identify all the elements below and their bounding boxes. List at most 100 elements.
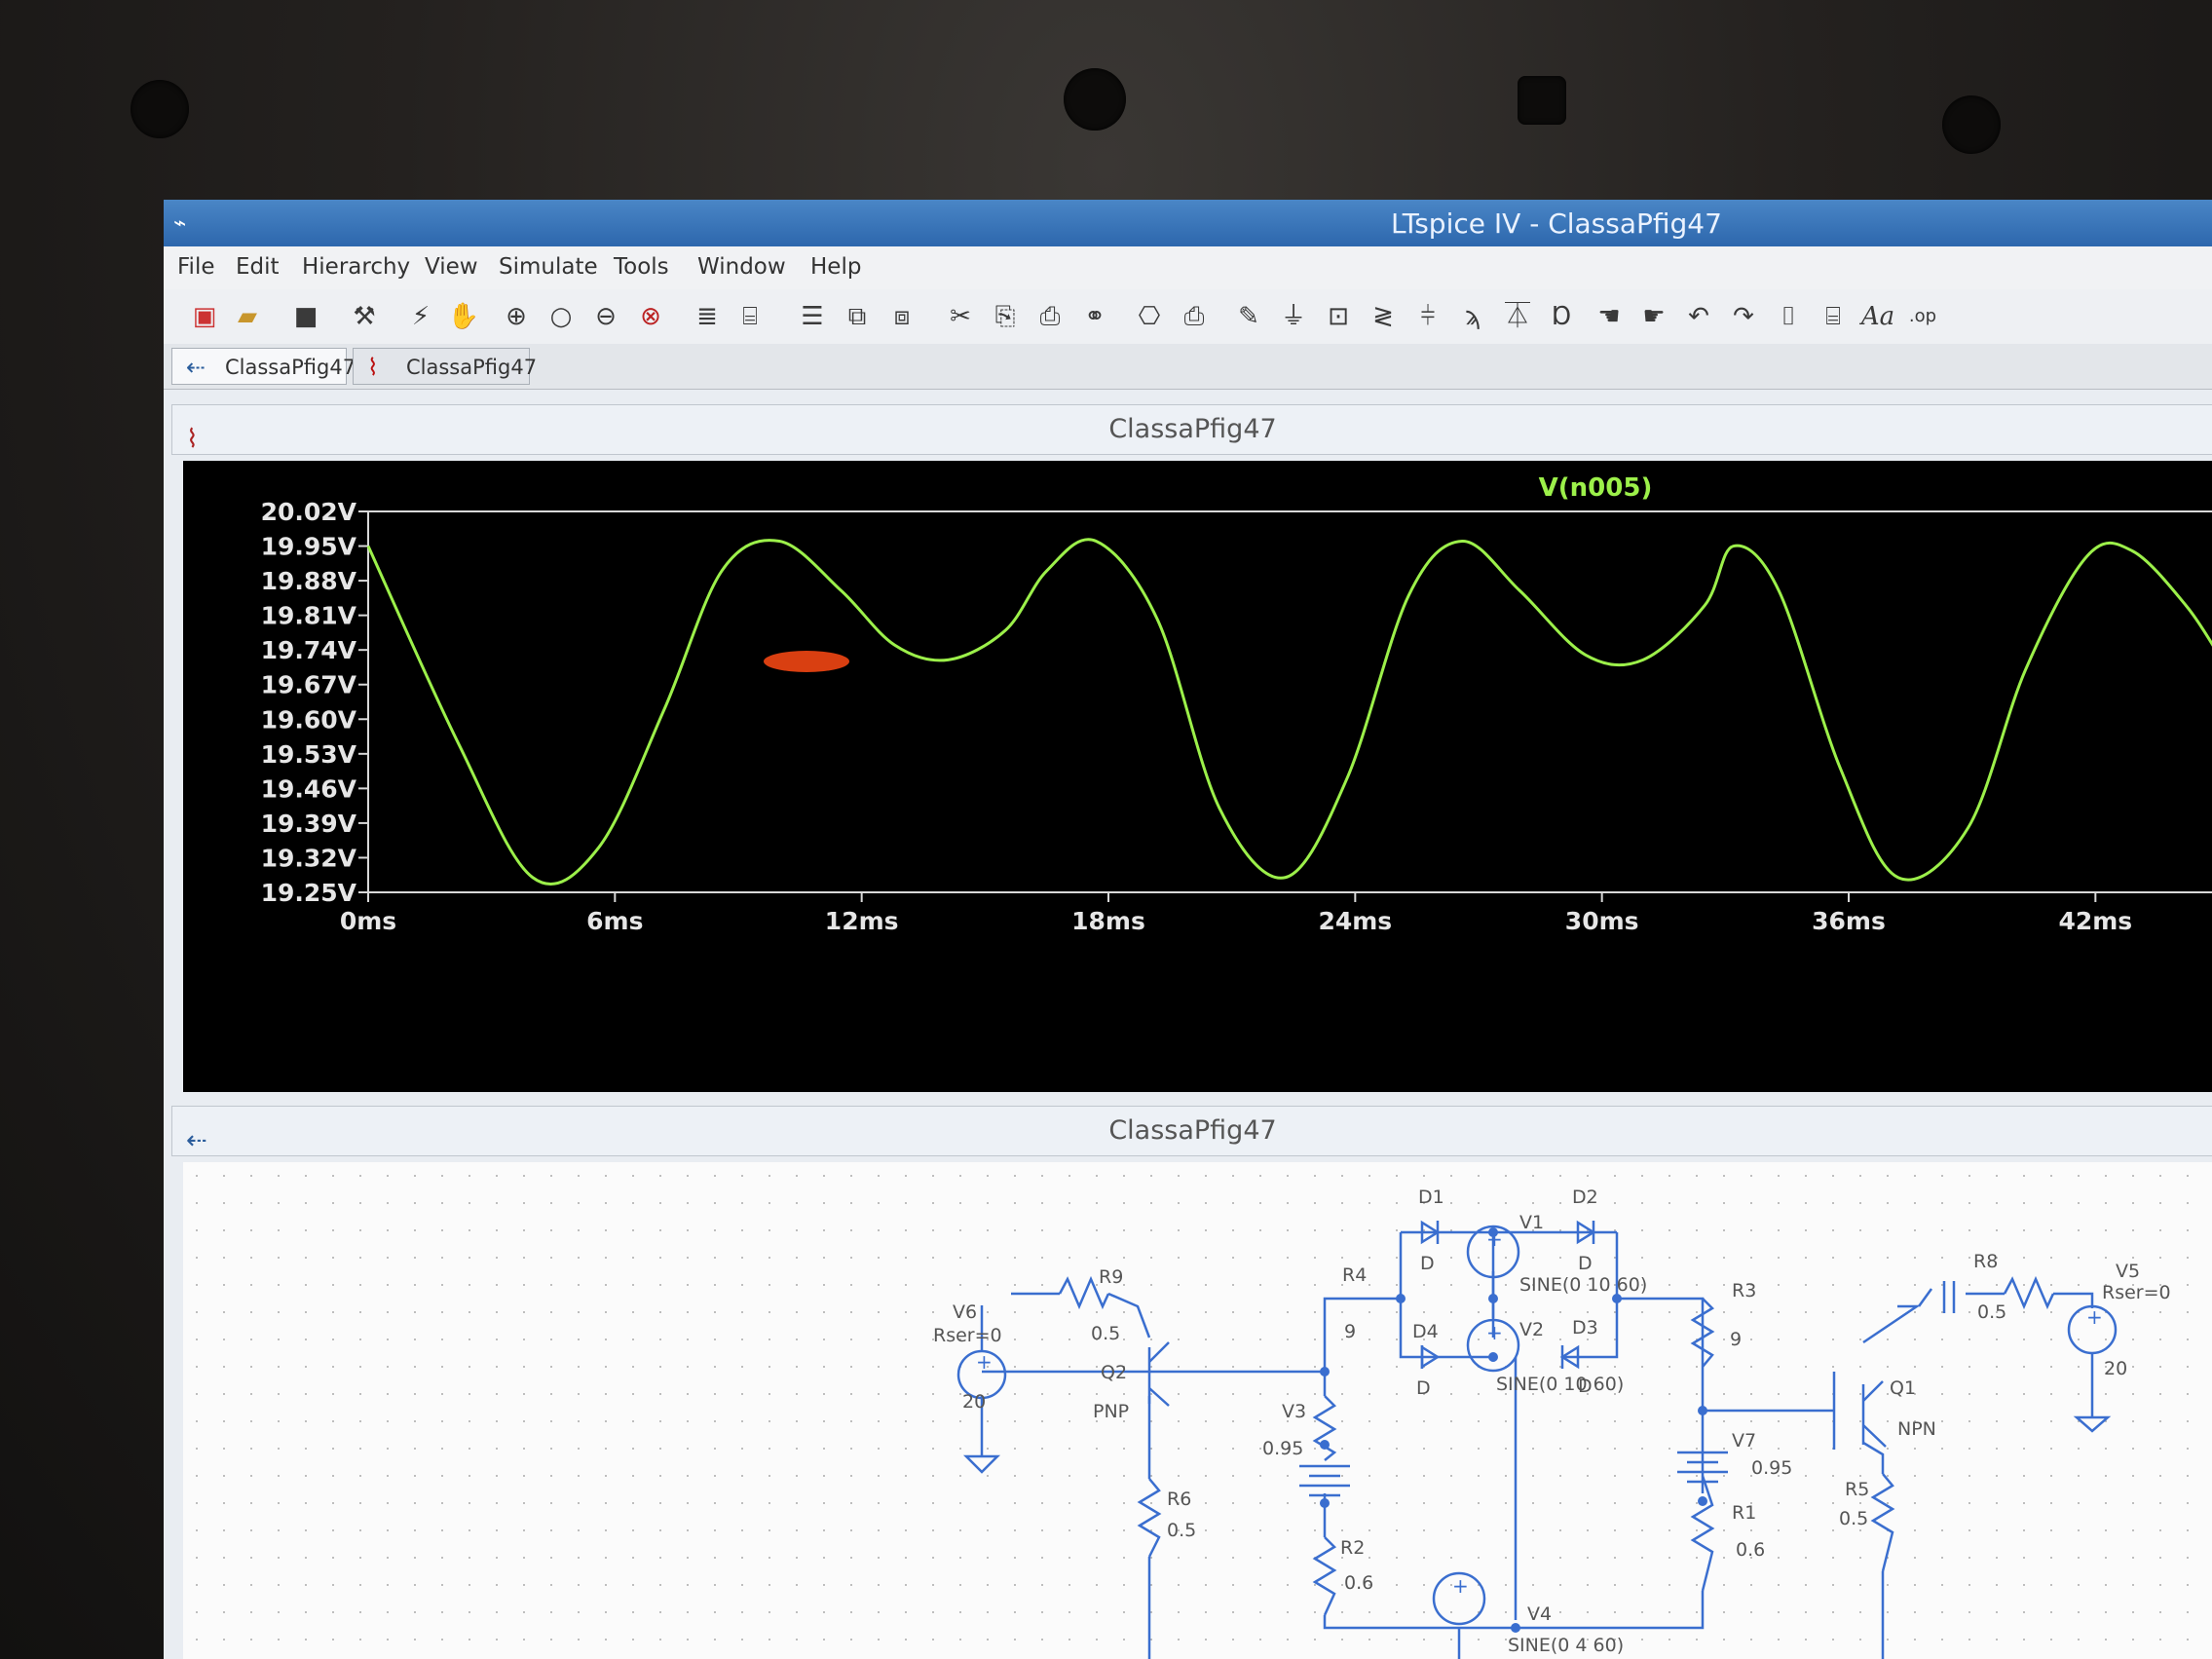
schematic-canvas[interactable]: + + + + + D1 D D2 D V1 SINE(0 10 60) V2 … bbox=[183, 1162, 2212, 1659]
label-r9: R9 bbox=[1099, 1266, 1123, 1288]
ground-icon[interactable]: ⏚ bbox=[1276, 299, 1311, 334]
zoom-fit-icon[interactable]: ⊗ bbox=[633, 299, 668, 334]
label-r3: R3 bbox=[1732, 1280, 1756, 1301]
cut-icon[interactable]: ✂ bbox=[943, 299, 978, 334]
label-q2-type: PNP bbox=[1093, 1401, 1129, 1422]
open-icon[interactable]: ▰ bbox=[230, 299, 265, 334]
waveform-chart[interactable]: 20.02V 19.95V 19.88V 19.81V 19.74V 19.67V 19.6… bbox=[183, 461, 2212, 1092]
y-tick-label: 19.88V bbox=[261, 567, 357, 595]
label-sine2: SINE(0 10 60) bbox=[1496, 1374, 1624, 1395]
fft-icon[interactable]: ⌸ bbox=[732, 299, 768, 334]
paste-icon[interactable]: ⎙ bbox=[1032, 299, 1068, 334]
label-v1: V1 bbox=[1519, 1212, 1544, 1233]
label-v3-value: 0.95 bbox=[1262, 1438, 1303, 1459]
menu-simulate[interactable]: Simulate bbox=[499, 254, 598, 280]
x-tick-label: 18ms bbox=[1071, 907, 1145, 935]
label-v6-rser: Rser=0 bbox=[933, 1325, 1002, 1346]
label-v6: V6 bbox=[953, 1301, 977, 1323]
redo-icon[interactable]: ↷ bbox=[1726, 299, 1761, 334]
label-r2-value: 0.6 bbox=[1344, 1572, 1373, 1594]
label-r6: R6 bbox=[1167, 1489, 1191, 1510]
label-d2: D2 bbox=[1572, 1187, 1598, 1208]
waveform-plot[interactable]: 20.02V 19.95V 19.88V 19.81V 19.74V 19.67V 19.6… bbox=[183, 461, 2212, 1092]
trace-label[interactable]: V(n005) bbox=[1539, 473, 1653, 503]
drag-icon[interactable]: ☛ bbox=[1636, 299, 1671, 334]
y-tick-label: 20.02V bbox=[261, 498, 357, 526]
print-icon[interactable]: ⎙ bbox=[1177, 299, 1212, 334]
label-d3: D3 bbox=[1572, 1317, 1598, 1339]
spice-directive-icon[interactable]: .op bbox=[1905, 299, 1940, 334]
label-v6-value: 20 bbox=[962, 1391, 986, 1413]
zoom-out-icon[interactable]: ⊖ bbox=[588, 299, 623, 334]
component-icon[interactable]: Ɒ bbox=[1545, 299, 1580, 334]
svg-text:+: + bbox=[1452, 1574, 1469, 1598]
copy-icon[interactable]: ⎘ bbox=[988, 299, 1023, 334]
tab-schematic-label: ClassaPfig47 bbox=[225, 356, 356, 379]
label-r3-value: 9 bbox=[1730, 1329, 1742, 1350]
pan-icon[interactable]: ○ bbox=[544, 299, 579, 334]
resistor-icon[interactable]: ≷ bbox=[1366, 299, 1401, 334]
capacitor-icon[interactable]: ⫩ bbox=[1410, 299, 1445, 334]
bezel-dot-mid bbox=[1518, 76, 1566, 125]
autorange-icon[interactable]: ≣ bbox=[690, 299, 725, 334]
tab-schematic[interactable]: ⇠ ClassaPfig47 bbox=[171, 348, 356, 385]
menu-tools[interactable]: Tools bbox=[614, 254, 669, 280]
cascade-icon[interactable]: ⧉ bbox=[840, 299, 875, 334]
schematic-pane-title: ⇠ ClassaPfig47 bbox=[171, 1106, 2212, 1156]
ltspice-app-icon: ⌁ bbox=[173, 211, 187, 236]
label-d4-model: D bbox=[1416, 1377, 1431, 1399]
mirror-icon[interactable]: ⌸ bbox=[1816, 299, 1851, 334]
y-tick-label: 19.74V bbox=[261, 636, 357, 664]
label-net-icon[interactable]: ⊡ bbox=[1321, 299, 1356, 334]
text-icon[interactable]: Aa bbox=[1860, 299, 1895, 334]
menu-file[interactable]: File bbox=[177, 254, 215, 280]
schematic-drawing[interactable]: + + + + + D1 D D2 D V1 SINE(0 10 60) V2 … bbox=[183, 1162, 2212, 1659]
label-v4: V4 bbox=[1527, 1603, 1552, 1625]
rotate-icon[interactable]: ⌷ bbox=[1771, 299, 1806, 334]
find-icon[interactable]: ⚭ bbox=[1077, 299, 1112, 334]
zoom-in-icon[interactable]: ⊕ bbox=[499, 299, 534, 334]
menu-help[interactable]: Help bbox=[810, 254, 861, 280]
screen-glare bbox=[764, 651, 849, 672]
new-schematic-icon[interactable]: ▣ bbox=[187, 299, 222, 334]
label-d3-model: D bbox=[1578, 1376, 1593, 1397]
diode-icon[interactable]: ⏄ bbox=[1500, 299, 1535, 334]
waveform-pane-title-text: ClassaPfig47 bbox=[1108, 414, 1277, 444]
bezel-dot-left bbox=[131, 80, 189, 138]
save-icon[interactable]: ■ bbox=[288, 299, 323, 334]
move-icon[interactable]: ☚ bbox=[1592, 299, 1627, 334]
label-v5-value: 20 bbox=[2104, 1358, 2127, 1379]
label-sine4: SINE(0 4 60) bbox=[1508, 1635, 1624, 1656]
halt-icon[interactable]: ✋ bbox=[446, 299, 481, 334]
label-v2: V2 bbox=[1519, 1319, 1544, 1340]
y-tick-label: 19.60V bbox=[261, 705, 357, 734]
schematic-labels: D1 D D2 D V1 SINE(0 10 60) V2 SINE(0 10 … bbox=[933, 1187, 2171, 1656]
label-d1-model: D bbox=[1420, 1253, 1435, 1274]
plot-frame bbox=[367, 511, 2212, 893]
tile-icon[interactable]: ⧈ bbox=[884, 299, 919, 334]
y-tick-label: 19.67V bbox=[261, 671, 357, 699]
x-tick-label: 24ms bbox=[1318, 907, 1392, 935]
menu-hierarchy[interactable]: Hierarchy bbox=[302, 254, 410, 280]
run-icon[interactable]: ⚡ bbox=[403, 299, 438, 334]
menu-window[interactable]: Window bbox=[697, 254, 786, 280]
label-v7-value: 0.95 bbox=[1751, 1457, 1792, 1479]
tab-waveform[interactable]: ⌇ ClassaPfig47 bbox=[353, 348, 537, 385]
label-r4-value: 9 bbox=[1344, 1321, 1356, 1342]
label-sine1: SINE(0 10 60) bbox=[1519, 1274, 1647, 1296]
control-panel-icon[interactable]: ⚒ bbox=[347, 299, 382, 334]
menu-edit[interactable]: Edit bbox=[236, 254, 280, 280]
document-tabs: ⇠ ClassaPfig47 ⌇ ClassaPfig47 bbox=[164, 344, 2212, 390]
tile-horizontal-icon[interactable]: ☰ bbox=[795, 299, 830, 334]
inductor-icon[interactable]: ϡ bbox=[1455, 299, 1490, 334]
label-r6-value: 0.5 bbox=[1167, 1520, 1196, 1541]
label-v5-rser: Rser=0 bbox=[2102, 1282, 2171, 1303]
trace-v-n005[interactable] bbox=[366, 538, 2212, 886]
label-r8-value: 0.5 bbox=[1977, 1301, 2006, 1323]
menu-view[interactable]: View bbox=[425, 254, 478, 280]
undo-icon[interactable]: ↶ bbox=[1681, 299, 1716, 334]
draw-wire-icon[interactable]: ✎ bbox=[1231, 299, 1266, 334]
label-d2-model: D bbox=[1578, 1253, 1593, 1274]
toolbar: ▣ ▰ ■ ⚒ ⚡ ✋ ⊕ ○ ⊖ ⊗ ≣ ⌸ ☰ ⧉ ⧈ ✂ ⎘ ⎙ ⚭ ⎔ … bbox=[164, 289, 2212, 345]
print-preview-icon[interactable]: ⎔ bbox=[1132, 299, 1167, 334]
